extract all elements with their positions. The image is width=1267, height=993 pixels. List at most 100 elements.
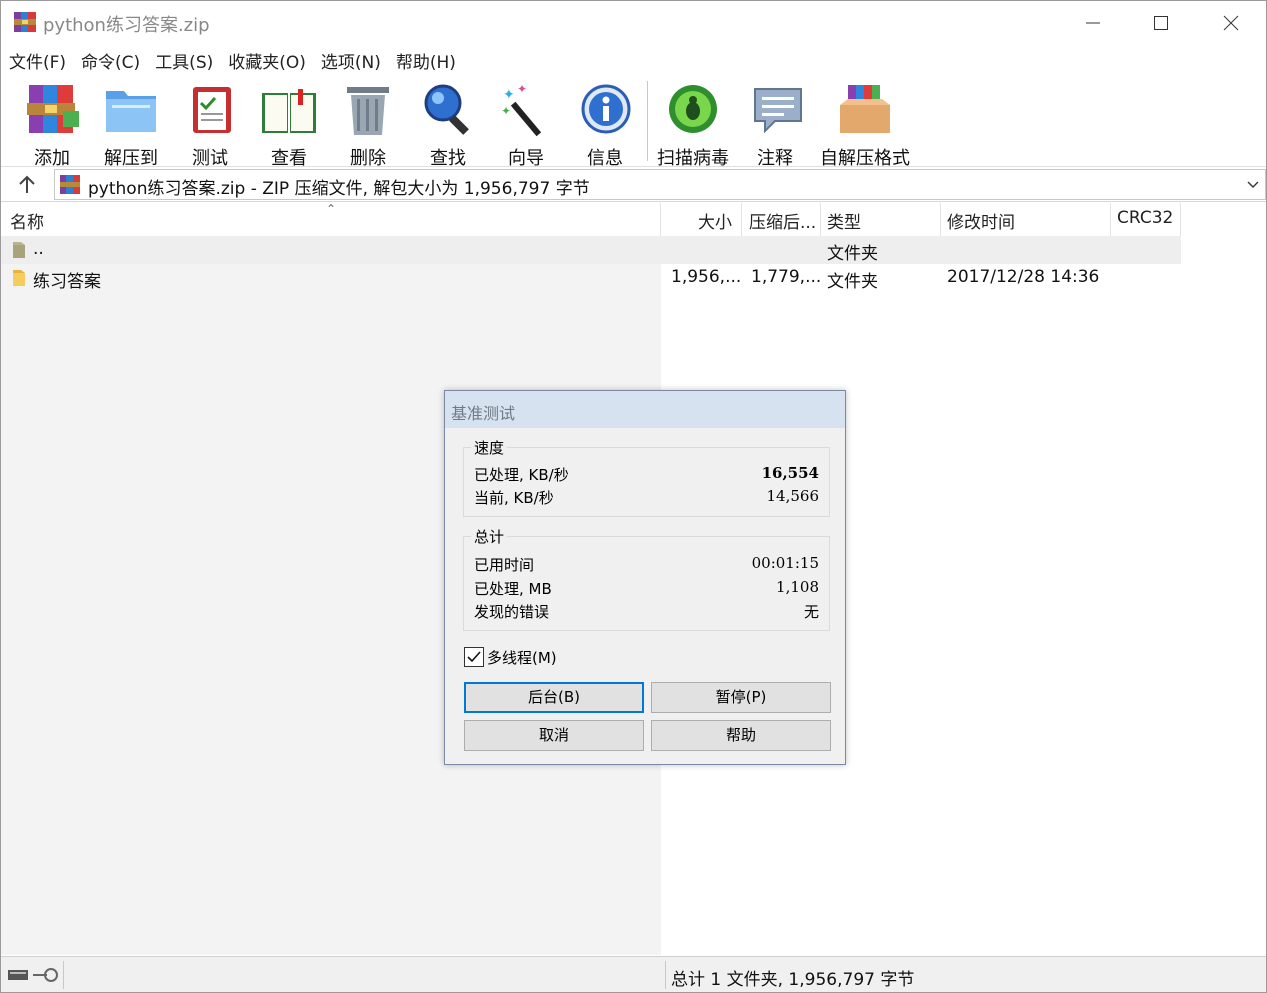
speed-current-row: 当前, KB/秒 14,566 <box>474 487 819 509</box>
chevron-down-icon[interactable] <box>1245 176 1261 192</box>
table-row[interactable]: 练习答案 1,956,... 1,779,... 文件夹 2017/12/28 … <box>1 264 1181 292</box>
processed-mb-value: 1,108 <box>776 578 819 596</box>
benchmark-dialog: 基准测试 速度 已处理, KB/秒 16,554 当前, KB/秒 14,566… <box>444 390 846 765</box>
row-type: 文件夹 <box>827 244 878 264</box>
menu-help[interactable]: 帮助(H) <box>388 45 463 75</box>
wizard-wand-icon: ✦ ✦✦ <box>501 82 542 137</box>
address-bar: python练习答案.zip - ZIP 压缩文件, 解包大小为 1,956,7… <box>1 168 1266 202</box>
status-divider <box>63 961 64 989</box>
table-row[interactable]: .. 文件夹 <box>1 236 1181 264</box>
column-size[interactable]: 大小 <box>698 208 732 233</box>
view-button[interactable]: 查看 <box>259 81 319 170</box>
row-modified: 2017/12/28 14:36 <box>947 267 1100 287</box>
errors-row: 发现的错误 无 <box>474 601 819 623</box>
app-window: python练习答案.zip 文件(F) 命令(C) 工具(S) 收藏夹(O) … <box>0 0 1267 993</box>
test-button[interactable]: 测试 <box>183 81 237 170</box>
find-button[interactable]: 查找 <box>419 81 477 170</box>
pause-button[interactable]: 暂停(P) <box>651 682 831 713</box>
address-field[interactable]: python练习答案.zip - ZIP 压缩文件, 解包大小为 1,956,7… <box>54 169 1266 200</box>
elapsed-value: 00:01:15 <box>751 554 819 572</box>
column-divider <box>1110 203 1111 236</box>
menu-options[interactable]: 选项(N) <box>313 45 388 75</box>
close-button[interactable] <box>1196 1 1266 45</box>
toolbar: 添加 解压到 测试 查看 删除 查找 ✦ ✦ ✦ 向导 信息 扫描病毒 注释 自… <box>1 75 1266 170</box>
multithread-label[interactable]: 多线程(M) <box>487 647 557 668</box>
column-modified[interactable]: 修改时间 <box>947 208 1015 233</box>
errors-label: 发现的错误 <box>474 603 550 621</box>
menu-commands[interactable]: 命令(C) <box>73 45 147 75</box>
magnifier-icon <box>424 84 469 135</box>
window-title: python练习答案.zip <box>43 15 210 36</box>
speed-current-label: 当前, KB/秒 <box>474 489 554 507</box>
close-icon <box>1223 15 1239 31</box>
delete-button[interactable]: 删除 <box>339 81 397 170</box>
column-name[interactable]: 名称 <box>10 208 44 233</box>
speed-processed-value: 16,554 <box>761 464 819 482</box>
speed-group-title: 速度 <box>471 437 508 458</box>
folder-icon <box>13 270 25 286</box>
speed-processed-label: 已处理, KB/秒 <box>474 466 569 484</box>
scan-virus-button[interactable]: 扫描病毒 <box>657 81 729 170</box>
up-arrow-icon[interactable] <box>15 173 39 197</box>
sort-ascending-icon: ⌃ <box>326 202 337 216</box>
row-packed: 1,779,... <box>751 267 822 287</box>
column-divider <box>1180 203 1181 236</box>
minimize-button[interactable] <box>1058 1 1128 45</box>
total-group-title: 总计 <box>471 526 508 547</box>
sfx-button[interactable]: 自解压格式 <box>819 81 911 170</box>
maximize-icon <box>1154 16 1168 30</box>
errors-value: 无 <box>803 603 819 621</box>
row-type: 文件夹 <box>827 272 878 292</box>
svg-text:✦: ✦ <box>501 104 511 118</box>
add-button[interactable]: 添加 <box>23 81 81 170</box>
multithread-checkbox[interactable] <box>464 647 484 667</box>
dialog-title: 基准测试 <box>451 404 516 423</box>
wizard-button[interactable]: ✦ ✦ ✦ 向导 <box>497 81 555 170</box>
view-book-icon <box>262 89 316 133</box>
status-divider <box>665 961 666 989</box>
drive-key-icon <box>8 968 58 982</box>
column-crc32[interactable]: CRC32 <box>1117 208 1173 228</box>
background-button[interactable]: 后台(B) <box>464 682 644 713</box>
row-size: 1,956,... <box>671 267 742 287</box>
row-name: .. <box>33 239 44 259</box>
dialog-title-bar[interactable]: 基准测试 <box>445 391 845 428</box>
processed-mb-row: 已处理, MB 1,108 <box>474 578 819 600</box>
status-text: 总计 1 文件夹, 1,956,797 字节 <box>671 970 915 990</box>
column-divider <box>741 203 742 236</box>
virus-scan-icon <box>669 85 717 133</box>
cancel-button[interactable]: 取消 <box>464 720 644 751</box>
info-button[interactable]: 信息 <box>577 81 633 170</box>
column-packed[interactable]: 压缩后... <box>749 208 816 233</box>
menu-file[interactable]: 文件(F) <box>1 45 73 75</box>
comment-icon <box>754 88 802 134</box>
menu-favorites[interactable]: 收藏夹(O) <box>220 45 313 75</box>
processed-mb-label: 已处理, MB <box>474 580 552 598</box>
menu-tools[interactable]: 工具(S) <box>147 45 220 75</box>
column-divider <box>820 203 821 236</box>
svg-text:✦: ✦ <box>503 87 515 103</box>
address-text: python练习答案.zip - ZIP 压缩文件, 解包大小为 1,956,7… <box>88 179 590 199</box>
parent-folder-icon <box>13 242 25 258</box>
list-header: 名称 ⌃ 大小 压缩后... 类型 修改时间 CRC32 <box>1 202 1181 236</box>
status-bar: 总计 1 文件夹, 1,956,797 字节 <box>1 956 1266 992</box>
comment-button[interactable]: 注释 <box>749 81 802 170</box>
help-button[interactable]: 帮助 <box>651 720 831 751</box>
extract-to-button[interactable]: 解压到 <box>101 81 161 170</box>
column-divider <box>660 203 661 236</box>
title-bar: python练习答案.zip <box>1 1 1266 45</box>
archive-icon <box>60 175 80 194</box>
column-divider <box>940 203 941 236</box>
toolbar-separator <box>647 81 648 161</box>
maximize-button[interactable] <box>1126 1 1196 45</box>
checkmark-icon <box>467 651 481 663</box>
column-type[interactable]: 类型 <box>827 208 861 233</box>
menu-bar: 文件(F) 命令(C) 工具(S) 收藏夹(O) 选项(N) 帮助(H) <box>1 45 1266 75</box>
info-icon <box>581 84 631 134</box>
elapsed-row: 已用时间 00:01:15 <box>474 554 819 576</box>
speed-current-value: 14,566 <box>766 487 820 505</box>
trash-icon <box>347 87 389 135</box>
test-clipboard-icon <box>193 87 231 133</box>
add-archive-icon <box>27 85 79 133</box>
row-name: 练习答案 <box>33 272 101 292</box>
